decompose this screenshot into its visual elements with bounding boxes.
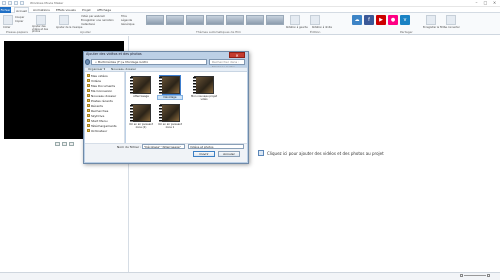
theme-item[interactable] [206,15,224,25]
theme-item[interactable] [266,15,284,25]
file-item[interactable]: Mon nouveau projet vidéo [191,76,217,101]
maximize-button[interactable]: □ [481,0,490,6]
clipboard-group-label: Presse-papiers [6,30,28,34]
youtube-icon[interactable]: ▶ [376,15,386,25]
storyboard-hint[interactable]: Cliquez ici pour ajouter des vidéos et d… [258,150,384,156]
save-icon[interactable] [8,1,12,5]
storyboard-hint-text[interactable]: Cliquez ici pour ajouter des vidéos et d… [267,151,384,156]
folder-icon [87,124,90,127]
search-input[interactable]: Rechercher dans : Montage GoPro [209,59,245,69]
title-button[interactable]: Titre [121,15,127,18]
folder-icon [87,84,90,87]
folder-icon [87,114,90,117]
add-videos-photos-icon[interactable] [36,15,46,25]
theme-item[interactable] [146,15,164,25]
file-name: Décollage [157,95,183,100]
theme-item[interactable] [226,15,244,25]
sign-in-icon[interactable] [446,15,456,25]
zoom-slider[interactable] [460,274,490,277]
file-name: Vol en air puissant zone (2) [129,123,153,129]
video-thumbnail [130,76,151,95]
theme-item[interactable] [166,15,184,25]
undo-icon[interactable] [14,1,18,5]
add-music-icon[interactable] [59,15,69,25]
app-title: Windows Movie Maker [30,1,64,5]
add-media-icon [258,150,264,156]
webcam-video-button[interactable]: Vidéo par webcam [81,15,105,18]
dialog-close-button[interactable]: ✕ [229,52,245,58]
flickr-icon[interactable]: ● [388,15,398,25]
save-movie-icon[interactable] [426,15,436,25]
cancel-button[interactable]: Annuler [218,151,240,157]
add-group-label: Ajouter [80,30,91,34]
address-bar[interactable]: « Multimédias (F:) ▸ Montage GoPro [91,59,207,65]
add-videos-photos-label[interactable]: Ajouter des vidéos et des photos [32,25,54,34]
credits-button[interactable]: Générique [121,23,135,26]
save-movie-label: Enregistrer le film [423,26,445,29]
folder-icon [87,74,90,77]
computer-icon [87,129,90,132]
folder-icon [87,109,90,112]
cloud-icon[interactable]: ☁ [352,15,362,25]
video-thumbnail [159,75,181,95]
editing-group-label: Édition [310,30,321,34]
close-button[interactable]: × [490,0,499,6]
add-music-label[interactable]: Ajouter de la musique [56,26,82,29]
nav-item[interactable]: Ordinateur [87,128,107,133]
rotate-left-label: Rotation à gauche [286,26,308,29]
previous-frame-icon[interactable] [54,142,60,146]
sign-in-label: Se connecter [444,26,460,29]
file-item[interactable]: Vol en air puissant zone (2) [129,104,153,129]
theme-item[interactable] [246,15,264,25]
video-thumbnail [130,104,151,123]
paste-label: Coller [3,26,11,29]
file-name: Mon nouveau projet vidéo [191,95,217,101]
video-thumbnail [159,104,180,123]
cut-button[interactable]: Couper [15,16,24,19]
folder-icon [87,94,90,97]
filetype-select[interactable]: Vidéos et photos [188,144,244,149]
copy-button[interactable]: Copier [15,20,23,23]
folder-icon [87,89,90,92]
theme-item[interactable] [186,15,204,25]
redo-icon[interactable] [20,1,24,5]
themes-group-label: Thèmes automatiques de film [196,30,241,34]
facebook-icon[interactable]: f [364,15,374,25]
title-bar [0,0,500,7]
record-narration-button[interactable]: Enregistrer une narration [81,19,114,22]
filename-label: Nom du fichier : [117,145,142,149]
file-item[interactable]: Décollage [157,75,183,100]
file-name: Atterrissage [133,95,149,98]
vimeo-icon[interactable]: v [400,15,410,25]
open-button[interactable]: Ouvrir [193,151,215,157]
quick-access-toolbar [2,1,24,5]
play-icon[interactable] [61,142,67,146]
next-frame-icon[interactable] [68,142,74,146]
filename-input[interactable]: "Décollage" "Atterrissage" [142,144,185,149]
folder-icon [87,79,90,82]
back-icon[interactable] [85,59,90,65]
share-group-label: Partager [400,30,413,34]
file-item[interactable]: Atterrissage [129,76,153,98]
folder-icon [87,119,90,122]
snapshot-button[interactable]: Instantané [81,23,95,26]
folder-icon [87,104,90,107]
rotate-right-icon[interactable] [310,15,320,25]
status-bar [0,272,500,280]
file-name: Vol en air puissant zone 1 [158,123,182,129]
rotate-right-label: Rotation à droite [312,26,332,29]
minimize-button[interactable]: – [472,0,481,6]
caption-button[interactable]: Légende [121,19,132,22]
file-item[interactable]: Vol en air puissant zone 1 [158,104,182,129]
app-menu-icon[interactable] [2,1,6,5]
video-thumbnail [193,76,214,95]
dialog-title: Ajouter des vidéos et des photos [86,52,142,56]
paste-button[interactable] [3,15,13,25]
folder-icon [87,99,90,102]
rotate-left-icon[interactable] [290,15,300,25]
